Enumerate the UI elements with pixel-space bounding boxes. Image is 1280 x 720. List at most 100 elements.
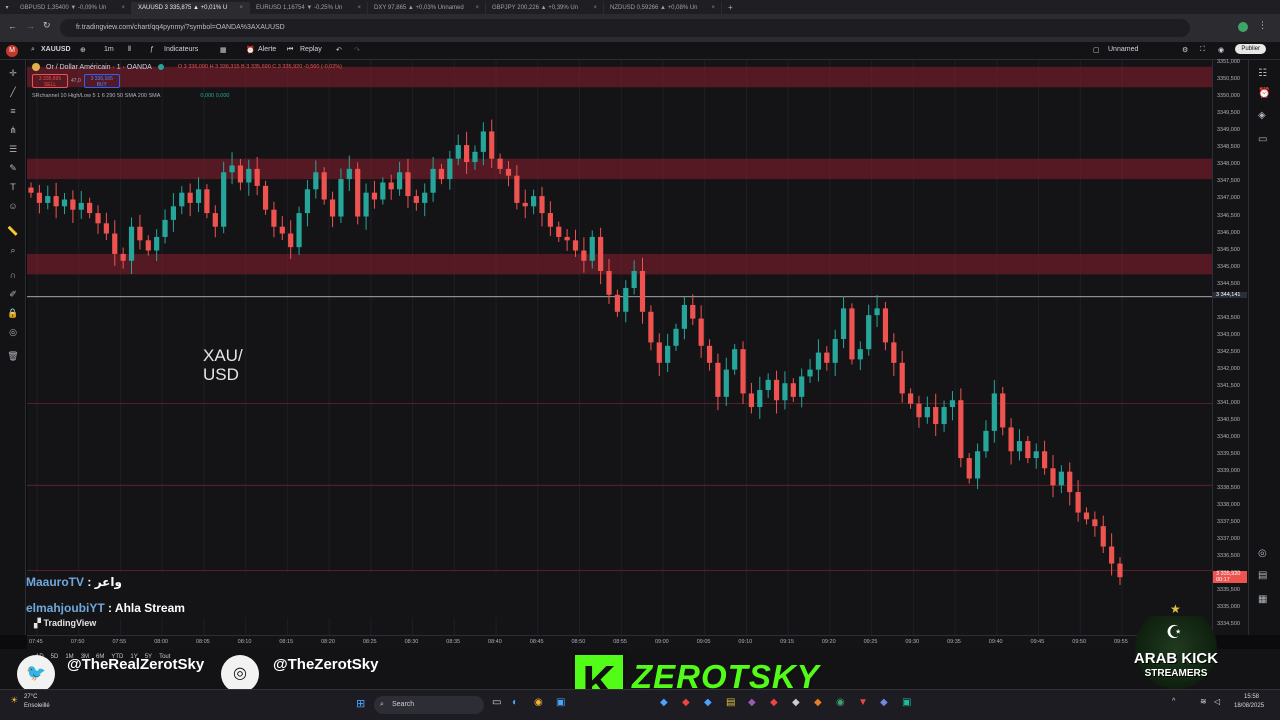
redo-icon[interactable]: ↷ [354,46,360,54]
indicator-legend[interactable]: SRchannel 10 High/Low 5 1 6 290 50 SMA 2… [32,93,160,99]
candle-body[interactable] [296,213,302,248]
candle-body[interactable] [1109,546,1115,564]
candle-body[interactable] [212,213,218,227]
chat-icon[interactable]: ▭ [1258,134,1267,145]
watchlist-icon[interactable]: ☷ [1258,68,1267,79]
sr-zone[interactable] [27,253,1212,275]
candle-body[interactable] [313,172,319,190]
chrome-icon[interactable]: ◉ [534,697,543,708]
browser-tab[interactable]: NZDUSD 0,59266 ▲ +0,08% Un × [604,2,722,14]
apps-icon[interactable]: ▦ [1258,594,1267,605]
candle-body[interactable] [706,345,713,363]
candle-body[interactable] [874,308,880,316]
alert-button[interactable]: Alerte [258,46,276,53]
symbol-search[interactable]: XAUUSD [41,46,71,53]
candle-body[interactable] [572,240,579,251]
layout-name[interactable]: Unnamed [1108,46,1138,53]
candle-body[interactable] [539,196,545,214]
candle-body[interactable] [87,202,93,214]
snapshot-icon[interactable]: ◉ [1218,46,1224,54]
task-view-icon[interactable]: ▭ [492,697,501,708]
candle-body[interactable] [974,451,981,479]
close-icon[interactable]: × [711,5,715,11]
candle-body[interactable] [195,189,202,203]
start-icon[interactable]: ⊞ [356,697,365,710]
profile-icon[interactable] [1238,22,1248,32]
candle-body[interactable] [891,342,897,363]
candle-body[interactable] [229,165,235,173]
candle-body[interactable] [866,315,872,350]
time-axis[interactable]: 07:45 07:50 07:55 08:00 08:05 08:10 08:15 08:20… [27,635,1212,649]
text-icon[interactable]: T [7,182,19,192]
app-icon[interactable]: ◆ [748,697,756,708]
publish-button[interactable]: Publier [1235,44,1266,54]
search-icon[interactable]: ⌕ [31,46,35,54]
candle-body[interactable] [179,192,185,207]
app-icon[interactable]: ◆ [704,697,712,708]
interval-selector[interactable]: 1m [104,46,114,53]
candle-body[interactable] [757,390,763,408]
candle-body[interactable] [70,199,76,210]
candle-body[interactable] [438,168,445,180]
candle-body[interactable] [832,338,838,363]
candle-body[interactable] [162,219,168,237]
candle-body[interactable] [907,393,914,404]
horizontal-lines-icon[interactable]: ≡ [7,106,19,116]
candle-body[interactable] [581,250,587,261]
candle-body[interactable] [715,362,721,397]
emoji-icon[interactable]: ☺ [7,201,19,211]
candle-body[interactable] [53,196,59,207]
candle-body[interactable] [665,345,671,363]
volume-icon[interactable]: ◁ [1214,697,1220,706]
candle-body[interactable] [61,199,68,207]
candle-body[interactable] [396,172,403,190]
eye-icon[interactable]: ◎ [7,327,19,338]
candle-body[interactable] [1092,519,1098,527]
candle-body[interactable] [472,151,478,163]
candle-body[interactable] [1033,451,1039,459]
forward-icon[interactable]: → [26,21,35,31]
candle-body[interactable] [983,430,989,452]
candle-body[interactable] [254,168,260,186]
candle-body[interactable] [137,226,143,241]
candle-body[interactable] [455,145,461,159]
candle-body[interactable] [338,179,344,217]
browser-tab-active[interactable]: XAUUSD 3 335,875 ▲ +0,01% U × [132,2,250,14]
candle-body[interactable] [204,189,210,214]
candle-body[interactable] [497,158,503,169]
candle-body[interactable] [924,407,930,418]
clock-time[interactable]: 15:58 [1244,694,1259,700]
candle-body[interactable] [304,189,311,214]
candle-body[interactable] [288,233,294,248]
candle-body[interactable] [698,318,704,346]
replay-button[interactable]: Replay [300,46,322,53]
app-icon[interactable]: ◆ [880,697,888,708]
candle-body[interactable] [405,172,411,197]
settings-icon[interactable]: ⚙ [1182,46,1188,54]
candle-body[interactable] [514,175,520,203]
candle-body[interactable] [916,403,922,418]
candle-body[interactable] [489,131,495,159]
browser-tab[interactable]: GBPUSD 1,35400 ▼ -0,09% Un × [14,2,132,14]
app-icon[interactable]: ◉ [836,697,845,708]
candle-body[interactable] [1008,427,1014,452]
candle-body[interactable] [598,236,604,271]
crosshair-icon[interactable]: ✛ [7,68,19,79]
candle-body[interactable] [1100,526,1106,547]
candle-body[interactable] [45,196,51,203]
browser-tab[interactable]: EURUSD 1,16754 ▼ -0,25% Un × [250,2,368,14]
candle-body[interactable] [355,168,361,217]
candle-body[interactable] [112,233,118,254]
candle-body[interactable] [589,236,595,261]
buy-button[interactable]: 3 336,165 BUY [83,74,120,88]
app-icon[interactable]: ▣ [556,697,565,708]
candle-body[interactable] [413,196,419,203]
candle-body[interactable] [849,308,855,360]
candle-body[interactable] [522,202,528,207]
candle-body[interactable] [447,158,453,180]
candle-body[interactable] [556,226,562,237]
fib-icon[interactable]: ☰ [7,144,19,155]
candle-body[interactable] [531,196,537,207]
candle-body[interactable] [623,287,629,312]
candle-body[interactable] [732,349,738,370]
